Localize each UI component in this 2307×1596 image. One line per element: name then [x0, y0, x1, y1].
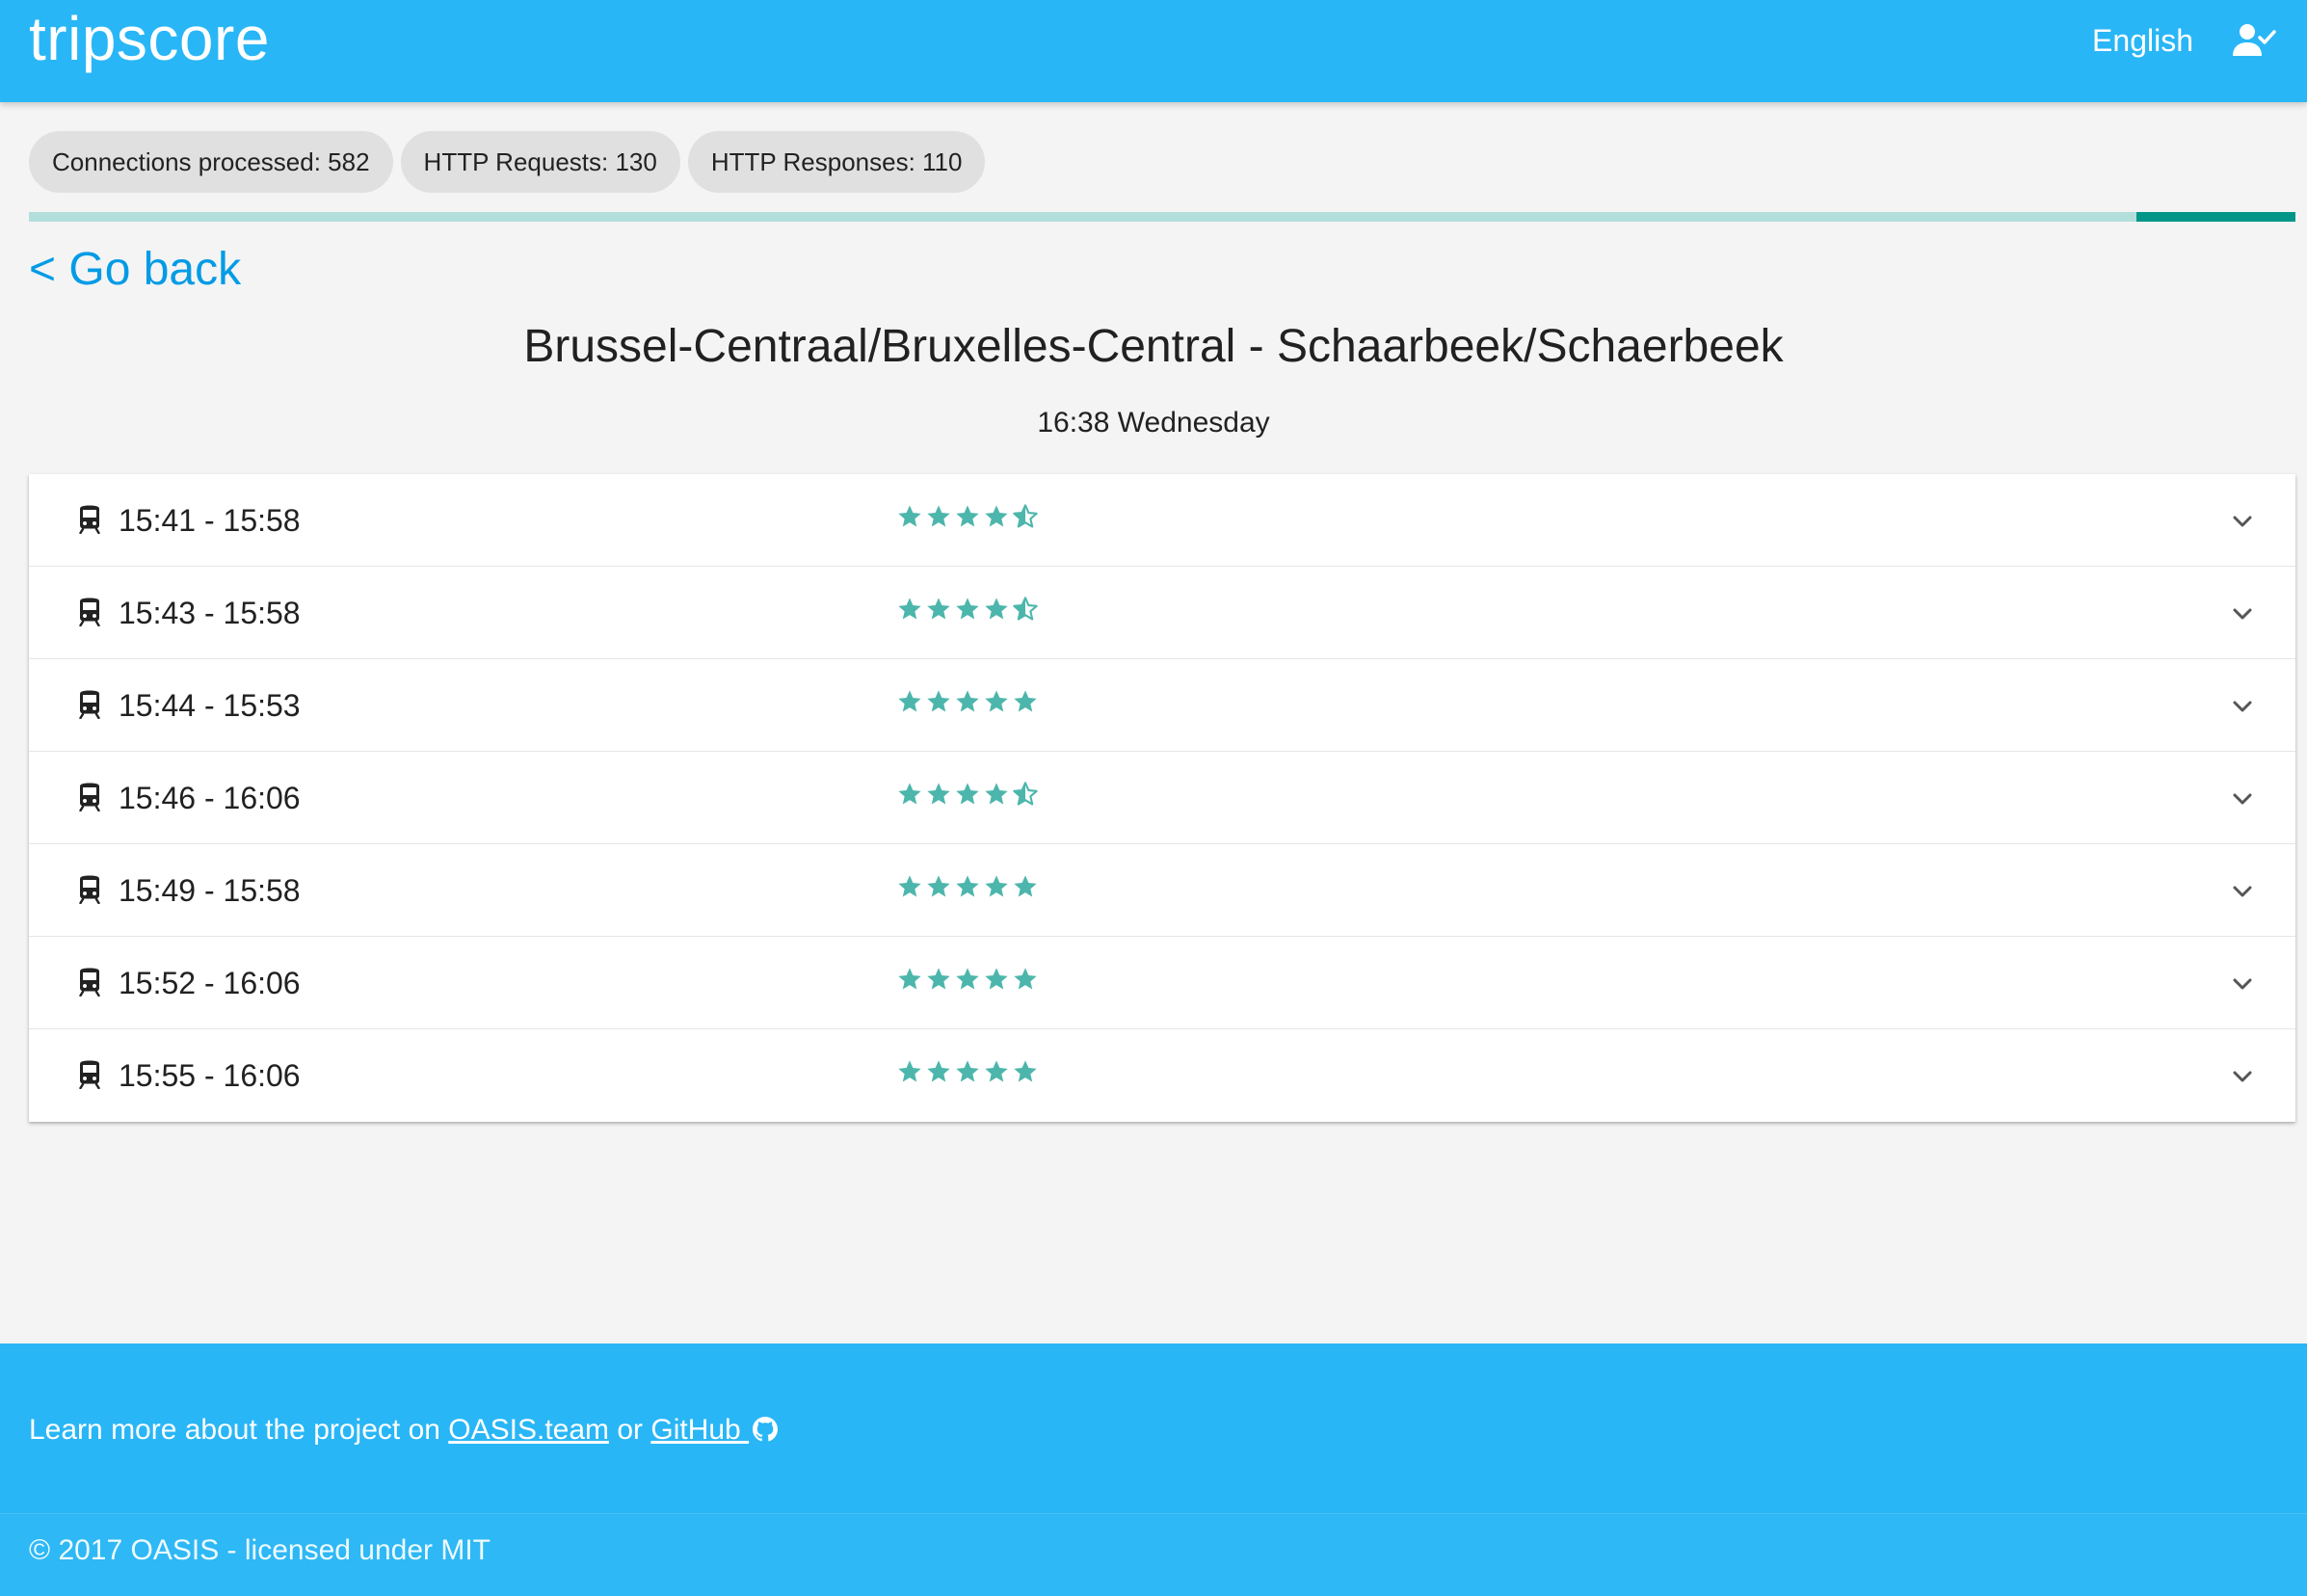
star-icon	[985, 598, 1008, 620]
star-icon	[1014, 875, 1037, 897]
progress-bar	[29, 212, 2295, 222]
rating-stars	[896, 596, 1039, 625]
star-icon	[927, 505, 950, 527]
star-icon	[927, 598, 950, 620]
page-footer: Learn more about the project on OASIS.te…	[0, 1343, 2307, 1596]
star-icon	[1014, 690, 1037, 712]
star-icon	[956, 690, 979, 712]
star-icon	[898, 875, 921, 897]
trip-row[interactable]: 15:43 - 15:58	[29, 567, 2295, 659]
chevron-down-icon[interactable]	[2228, 507, 2257, 536]
github-link-label[interactable]: GitHub	[650, 1414, 749, 1446]
person-check-icon[interactable]	[2232, 21, 2276, 60]
chevron-down-icon[interactable]	[2228, 970, 2257, 998]
brand-logo[interactable]: tripscore	[29, 2, 270, 75]
train-icon	[79, 598, 100, 626]
train-icon	[79, 968, 100, 997]
chevron-down-icon[interactable]	[2228, 877, 2257, 906]
star-icon	[898, 505, 921, 527]
language-selector[interactable]: English	[2092, 21, 2193, 60]
star-icon	[927, 875, 950, 897]
rating-stars	[896, 781, 1039, 810]
star-icon	[927, 1060, 950, 1082]
half-star-icon	[1013, 504, 1038, 528]
star-icon	[898, 968, 921, 990]
trip-list: 15:41 - 15:58 15:43 - 15:58 15:44 - 15:53 1…	[29, 474, 2295, 1122]
half-star-icon	[1013, 782, 1038, 806]
trip-time: 15:52 - 16:06	[119, 966, 301, 1000]
trip-row[interactable]: 15:46 - 16:06	[29, 752, 2295, 844]
github-link[interactable]: GitHub	[650, 1414, 779, 1446]
train-icon	[79, 690, 100, 719]
star-icon	[956, 598, 979, 620]
trip-time: 15:49 - 15:58	[119, 873, 301, 908]
star-icon	[985, 783, 1008, 805]
trip-time: 15:43 - 15:58	[119, 596, 301, 630]
github-icon[interactable]	[753, 1417, 779, 1442]
chevron-down-icon[interactable]	[2228, 1062, 2257, 1091]
route-title: Brussel-Centraal/Bruxelles-Central - Sch…	[523, 321, 1784, 372]
trip-time: 15:41 - 15:58	[119, 503, 301, 538]
trip-row[interactable]: 15:41 - 15:58	[29, 474, 2295, 567]
star-icon	[985, 875, 1008, 897]
footer-copyright-bar: © 2017 OASIS - licensed under MIT	[0, 1513, 2307, 1596]
star-icon	[985, 968, 1008, 990]
trip-row[interactable]: 15:55 - 16:06	[29, 1029, 2295, 1122]
star-icon	[927, 783, 950, 805]
star-icon	[985, 1060, 1008, 1082]
http-requests-chip: HTTP Requests: 130	[400, 131, 680, 193]
footer-learn-more: Learn more about the project on OASIS.te…	[29, 1411, 779, 1450]
app-header: tripscore English	[0, 0, 2307, 102]
progress-bar-fill	[2136, 212, 2295, 222]
go-back-link[interactable]: < Go back	[29, 241, 241, 299]
trip-time: 15:44 - 15:53	[119, 688, 301, 723]
route-datetime: 16:38 Wednesday	[1037, 407, 1270, 439]
train-icon	[79, 505, 100, 534]
chevron-down-icon[interactable]	[2228, 692, 2257, 721]
star-icon	[956, 968, 979, 990]
rating-stars	[896, 966, 1039, 995]
trip-row[interactable]: 15:44 - 15:53	[29, 659, 2295, 752]
rating-stars	[896, 503, 1039, 532]
http-responses-chip: HTTP Responses: 110	[687, 131, 986, 193]
half-star-icon	[1013, 597, 1038, 621]
rating-stars	[896, 1058, 1039, 1087]
star-icon	[985, 690, 1008, 712]
oasis-team-link[interactable]: OASIS.team	[448, 1414, 609, 1446]
train-icon	[79, 783, 100, 811]
star-icon	[898, 690, 921, 712]
train-icon	[79, 1060, 100, 1089]
trip-time: 15:46 - 16:06	[119, 781, 301, 815]
footer-or-text: or	[609, 1414, 651, 1446]
star-icon	[1014, 968, 1037, 990]
copyright-text: © 2017 OASIS - licensed under MIT	[29, 1534, 491, 1566]
connections-processed-chip: Connections processed: 582	[29, 131, 393, 193]
stats-chips: Connections processed: 582 HTTP Requests…	[29, 131, 986, 193]
star-icon	[956, 783, 979, 805]
star-icon	[1014, 1060, 1037, 1082]
star-icon	[898, 1060, 921, 1082]
trip-row[interactable]: 15:49 - 15:58	[29, 844, 2295, 937]
trip-row[interactable]: 15:52 - 16:06	[29, 937, 2295, 1029]
star-icon	[956, 505, 979, 527]
star-icon	[927, 968, 950, 990]
footer-learn-prefix: Learn more about the project on	[29, 1414, 449, 1446]
chevron-down-icon[interactable]	[2228, 599, 2257, 628]
star-icon	[927, 690, 950, 712]
rating-stars	[896, 873, 1039, 902]
chevron-down-icon[interactable]	[2228, 785, 2257, 813]
star-icon	[956, 1060, 979, 1082]
star-icon	[898, 598, 921, 620]
train-icon	[79, 875, 100, 904]
star-icon	[898, 783, 921, 805]
trip-time: 15:55 - 16:06	[119, 1058, 301, 1093]
star-icon	[985, 505, 1008, 527]
rating-stars	[896, 688, 1039, 717]
star-icon	[956, 875, 979, 897]
